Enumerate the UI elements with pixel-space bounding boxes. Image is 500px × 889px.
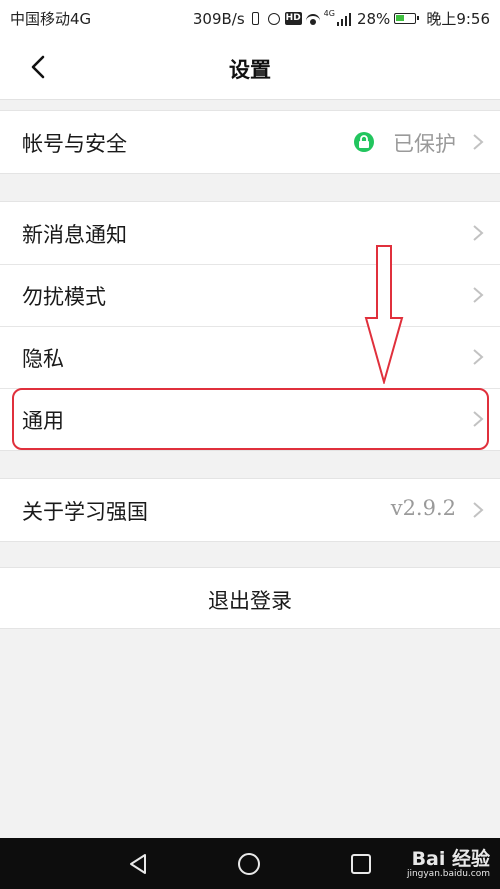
vibrate-icon [249,11,263,26]
system-nav-bar: Bai 经验 jingyan.baidu.com [0,838,500,889]
settings-item-privacy[interactable]: 隐私 [0,326,500,388]
status-bar: 中国移动4G 309B/s HD 4G 28% 晚上9:56 [0,0,500,34]
battery-icon [394,13,420,24]
logout-button[interactable]: 退出登录 [0,585,500,615]
status-icons: 309B/s HD 4G 28% 晚上9:56 [189,8,490,29]
network-type: 4G [323,9,335,18]
settings-item-label: 新消息通知 [22,223,127,247]
settings-item-label: 勿扰模式 [22,285,106,309]
chevron-right-icon [473,134,484,150]
nav-recent-square-icon[interactable] [350,853,372,875]
account-status: 已保护 [393,132,456,156]
watermark-brand: Bai 经验 [411,848,490,870]
watermark: Bai 经验 jingyan.baidu.com [407,844,490,879]
chevron-right-icon [473,287,484,303]
about-group: 关于学习强国 v2.9.2 [0,478,500,542]
app-version: v2.9.2 [390,496,456,520]
account-security-label: 帐号与安全 [22,132,127,156]
account-security-item[interactable]: 帐号与安全 已保护 [0,111,500,173]
network-speed: 309B/s [192,9,245,28]
settings-item-notifications[interactable]: 新消息通知 [0,202,500,264]
about-item[interactable]: 关于学习强国 v2.9.2 [0,479,500,541]
logout-group: 退出登录 [0,567,500,629]
nav-home-circle-icon[interactable] [237,852,261,876]
chevron-right-icon [473,225,484,241]
carrier-text: 中国移动4G [10,10,92,28]
account-group: 帐号与安全 已保护 [0,110,500,174]
chevron-right-icon [473,349,484,365]
alarm-icon [267,12,281,26]
hd-icon: HD [284,12,302,25]
annotation-arrow-icon [364,245,404,384]
settings-item-do-not-disturb[interactable]: 勿扰模式 [0,264,500,326]
wifi-icon [305,12,320,26]
signal-icon [336,12,353,26]
nav-back-triangle-icon[interactable] [127,853,149,875]
clock: 晚上9:56 [426,10,490,28]
battery-percent: 28% [356,9,391,28]
lock-icon [354,132,374,152]
page-title: 设置 [229,58,271,82]
annotation-highlight-box [12,388,489,450]
settings-item-label: 隐私 [22,347,64,371]
nav-bar: 设置 [0,34,500,100]
watermark-url: jingyan.baidu.com [406,869,490,879]
about-label: 关于学习强国 [22,500,148,524]
chevron-right-icon [473,502,484,518]
